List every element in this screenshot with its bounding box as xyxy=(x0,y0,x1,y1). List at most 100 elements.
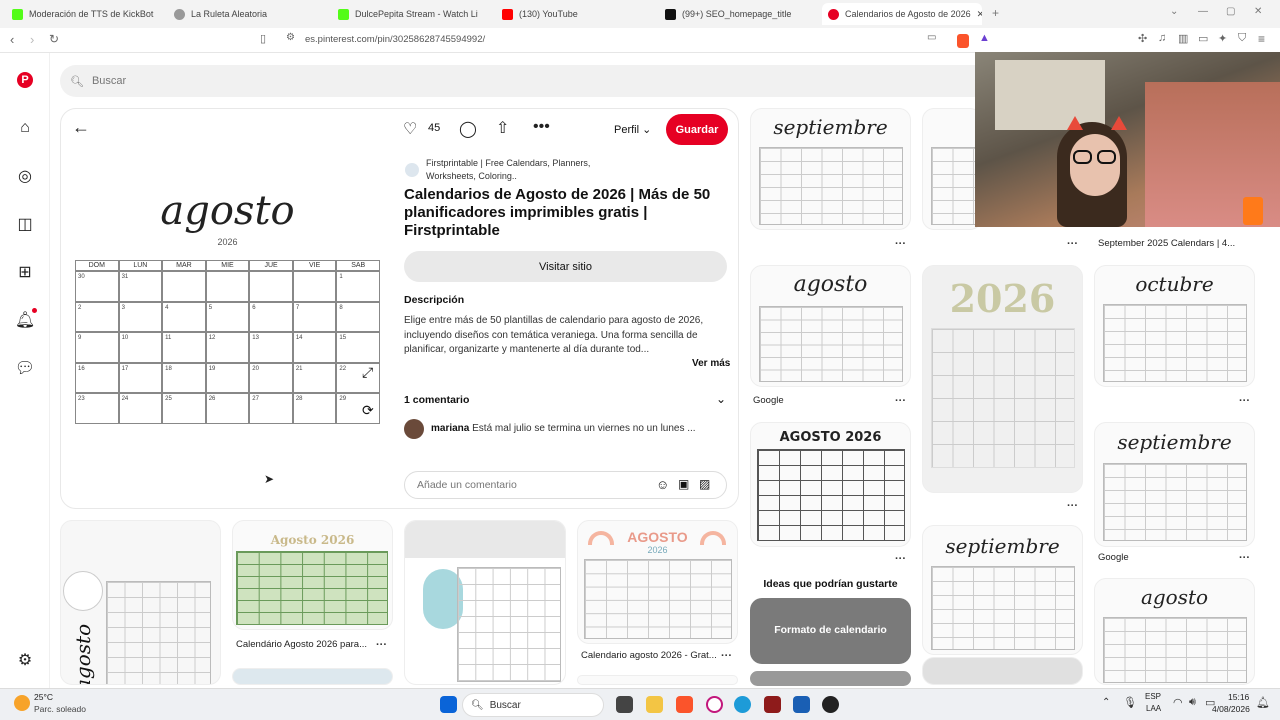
visit-site-button[interactable]: Visitar sitio xyxy=(404,251,727,282)
visual-search-icon[interactable]: ⟳ xyxy=(362,402,374,419)
minimize-icon[interactable]: — xyxy=(1198,6,1208,17)
more-options-icon[interactable]: ··· xyxy=(895,395,906,407)
weather-desc[interactable]: Parc. soleado xyxy=(34,704,86,714)
feed-pin-snoopy[interactable]: agosto xyxy=(60,520,221,685)
more-options-icon[interactable]: ··· xyxy=(1239,395,1250,407)
maximize-icon[interactable]: ▢ xyxy=(1226,6,1235,17)
url-field[interactable]: es.pinterest.com/pin/30258628745594992/ xyxy=(305,34,485,45)
feed-pin-2026-august[interactable]: 2026 xyxy=(922,265,1083,493)
profile-dropdown[interactable]: Perfil ⌄ xyxy=(614,123,651,136)
image-upload-icon[interactable]: ▨ xyxy=(699,477,710,491)
comment-user[interactable]: mariana xyxy=(431,423,469,434)
tab-pinterest[interactable]: Calendarios de Agosto de 2026 ✕ xyxy=(822,3,982,25)
more-options-icon[interactable]: ··· xyxy=(1067,238,1078,250)
comment-icon[interactable]: ◯ xyxy=(459,119,477,139)
tab-ruleta[interactable]: La Ruleta Aleatoria xyxy=(174,3,329,25)
see-more-link[interactable]: Ver más xyxy=(692,358,730,369)
source-avatar[interactable] xyxy=(405,163,419,177)
tab-dulcepepita[interactable]: DulcePepita Stream - Watch Live xyxy=(338,3,478,25)
feed-pin-septiembre[interactable]: septiembre xyxy=(750,108,911,230)
feed-pin-partial[interactable] xyxy=(922,657,1083,685)
more-options-icon[interactable]: ··· xyxy=(1067,500,1078,512)
close-window-icon[interactable]: ✕ xyxy=(1254,6,1262,17)
forward-icon[interactable]: › xyxy=(30,32,34,47)
file-explorer-icon[interactable] xyxy=(646,696,663,713)
task-view-icon[interactable] xyxy=(616,696,633,713)
emoji-icon[interactable]: ☺ xyxy=(656,477,669,492)
chevron-down-icon[interactable]: ⌄ xyxy=(1170,6,1178,17)
feed-pin-octubre[interactable]: octubre xyxy=(1094,265,1255,387)
more-options-icon[interactable]: ··· xyxy=(895,553,906,565)
tab-tiktok[interactable]: (99+) SEO_homepage_title xyxy=(665,3,815,25)
menu-icon[interactable]: ≡ xyxy=(1258,32,1265,46)
avatar[interactable] xyxy=(404,419,424,439)
windows-start-icon[interactable] xyxy=(440,696,457,713)
feed-caption[interactable]: Google xyxy=(1098,552,1129,563)
weather-temp[interactable]: 25°C xyxy=(34,692,53,702)
chevron-up-icon[interactable]: ⌃ xyxy=(1102,697,1110,708)
heart-icon[interactable]: ♡ xyxy=(403,119,417,139)
feed-pin-partial[interactable] xyxy=(922,108,982,230)
extensions-icon[interactable]: ✣ xyxy=(1138,32,1147,45)
feed-pin-snoopy-2[interactable] xyxy=(404,520,566,685)
wallet-icon[interactable]: ▭ xyxy=(1198,32,1208,45)
cast-icon[interactable]: ▭ xyxy=(927,32,936,43)
tab-kickbot[interactable]: Moderación de TTS de KickBot xyxy=(12,3,167,25)
feed-pin-agosto-2[interactable]: agosto xyxy=(1094,578,1255,685)
volume-icon[interactable]: 🔊︎ xyxy=(1189,696,1196,709)
more-options-icon[interactable]: ··· xyxy=(721,650,732,662)
microphone-icon[interactable]: 🎙︎ xyxy=(1123,696,1137,709)
edge-icon[interactable] xyxy=(734,696,751,713)
search-input[interactable]: 🔍︎ Buscar xyxy=(60,65,990,97)
more-options-icon[interactable]: ··· xyxy=(895,238,906,250)
sticker-icon[interactable]: ▣ xyxy=(678,477,689,491)
clock-date[interactable]: 4/08/2026 xyxy=(1212,704,1250,714)
weather-icon[interactable] xyxy=(14,695,30,711)
notifications-icon[interactable]: 🔔︎ xyxy=(15,310,35,330)
more-options-icon[interactable]: ••• xyxy=(533,118,550,136)
comments-heading[interactable]: 1 comentario xyxy=(404,394,469,406)
reload-icon[interactable]: ↻ xyxy=(49,32,59,46)
more-options-icon[interactable]: ··· xyxy=(1239,552,1250,564)
notification-center-icon[interactable]: 🔔︎ xyxy=(1256,696,1270,709)
store-icon[interactable] xyxy=(793,696,810,713)
home-icon[interactable]: ⌂ xyxy=(15,118,35,138)
messages-icon[interactable]: 💬︎ xyxy=(15,358,35,378)
feed-pin-rainbow[interactable]: AGOSTO 2026 xyxy=(577,520,738,644)
create-icon[interactable]: ⊞ xyxy=(15,262,35,282)
feed-pin-green[interactable]: Agosto 2026 xyxy=(232,520,393,630)
pin-image[interactable]: agosto 2026 DOM LUN MAR MIE JUE VIE SAB 30 31 1 2 3… xyxy=(75,180,380,425)
brave-rewards-icon[interactable]: ▲ xyxy=(979,32,990,44)
feed-pin-septiembre-2[interactable]: septiembre xyxy=(922,525,1083,655)
close-tab-icon[interactable]: ✕ xyxy=(977,9,982,20)
source-name[interactable]: Firstprintable | Free Calendars, Planner… xyxy=(426,157,616,183)
brave-icon[interactable] xyxy=(676,696,693,713)
new-tab-icon[interactable]: + xyxy=(992,6,999,20)
share-icon[interactable]: ⇧ xyxy=(496,118,509,138)
feed-caption[interactable]: Calendário Agosto 2026 para... xyxy=(236,639,367,650)
more-options-icon[interactable]: ··· xyxy=(376,639,387,651)
feed-caption[interactable]: Google xyxy=(753,395,784,406)
language-indicator[interactable]: ESP xyxy=(1145,692,1161,701)
back-icon[interactable]: ‹ xyxy=(10,32,14,47)
feed-pin-septiembre-3[interactable]: septiembre xyxy=(1094,422,1255,547)
opera-icon[interactable] xyxy=(706,696,723,713)
app-icon[interactable] xyxy=(764,696,781,713)
taskbar-search[interactable]: 🔍︎ Buscar xyxy=(462,693,604,717)
media-icon[interactable]: ♫ xyxy=(1158,32,1166,44)
feed-pin-partial[interactable] xyxy=(232,668,393,685)
bookmark-icon[interactable]: ▯ xyxy=(260,32,266,45)
obs-icon[interactable] xyxy=(822,696,839,713)
feed-pin-partial[interactable] xyxy=(577,675,738,685)
site-info-icon[interactable]: ⚙ xyxy=(286,32,295,43)
feed-caption[interactable]: Calendario agosto 2026 - Grat... xyxy=(581,650,717,661)
feed-pin-agosto-block[interactable]: AGOSTO 2026 xyxy=(750,422,911,547)
brave-shield-icon[interactable] xyxy=(957,34,969,48)
back-arrow-icon[interactable]: ← xyxy=(72,117,90,138)
tab-youtube[interactable]: (130) YouTube xyxy=(502,3,652,25)
expand-icon[interactable]: ⤢ xyxy=(362,364,373,381)
wifi-icon[interactable]: ◠ xyxy=(1173,696,1183,709)
save-button[interactable]: Guardar xyxy=(666,114,728,145)
chevron-down-icon[interactable]: ⌄ xyxy=(716,392,726,406)
explore-icon[interactable]: ◎ xyxy=(15,166,35,186)
